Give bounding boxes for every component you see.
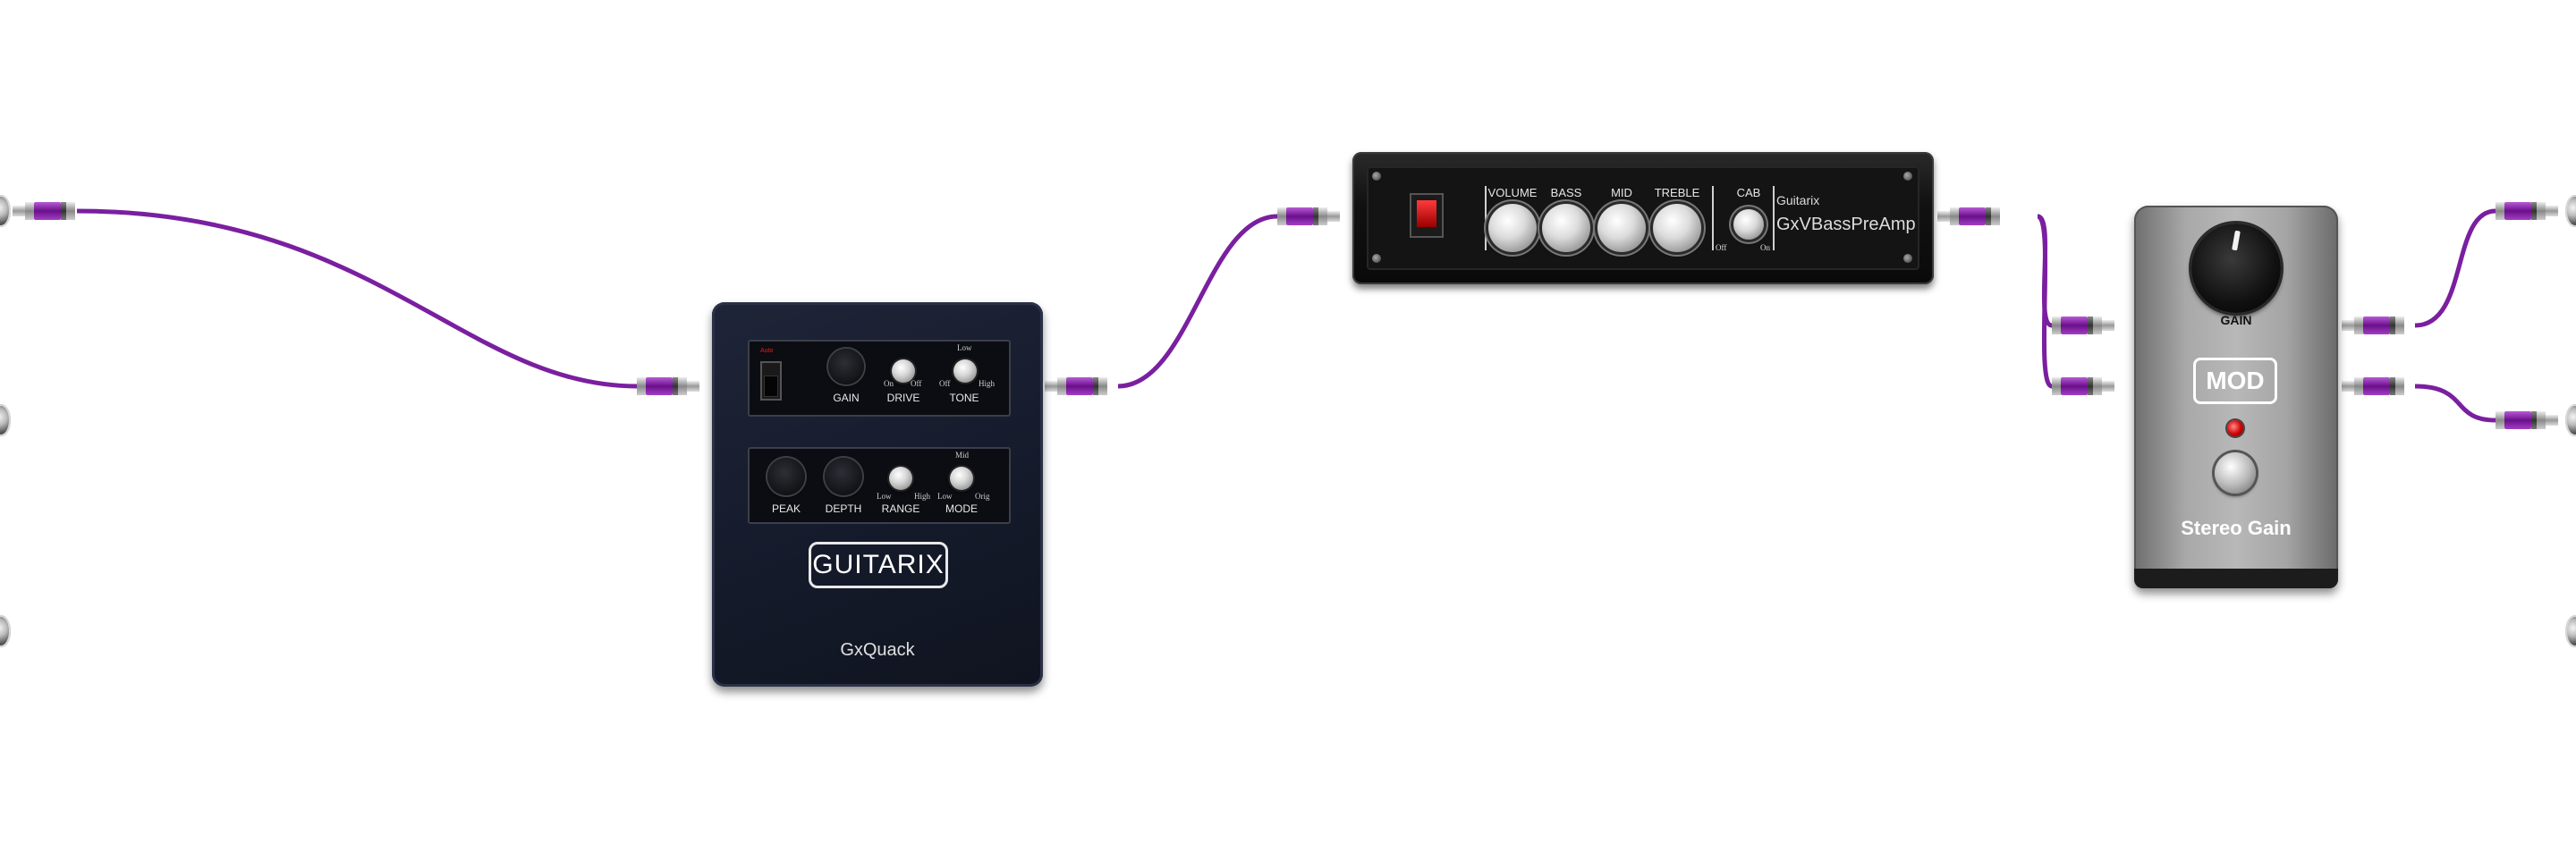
cable-plug[interactable] [1277, 207, 1340, 225]
guitarix-logo: GUITARIX [809, 542, 948, 588]
gxquack-tone-label: TONE [949, 392, 979, 404]
system-capture-3-jack[interactable] [0, 615, 11, 647]
gxquack-tone-high-label: High [979, 379, 995, 388]
bassamp-cab-label: CAB [1736, 186, 1761, 199]
gxquack-mode-label: MODE [945, 502, 978, 515]
gxquack-drive-label: DRIVE [886, 392, 920, 404]
cable-plug[interactable] [2052, 316, 2114, 334]
cable-plug[interactable] [1045, 377, 1107, 395]
bassamp-plugin-name: GxVBassPreAmp [1776, 215, 1916, 234]
gxquack-peak-knob[interactable] [767, 458, 805, 495]
cable-plug[interactable] [2052, 377, 2114, 395]
stereogain-gain-label: GAIN [2220, 313, 2252, 327]
divider [1712, 186, 1714, 250]
gxquack-drive-off-label: Off [911, 379, 922, 388]
stereogain-plugin-name: Stereo Gain [2181, 517, 2292, 539]
mod-logo: MOD [2193, 358, 2277, 404]
cable-input-to-gxquack [76, 208, 638, 389]
bassamp-mid-knob[interactable] [1597, 204, 1646, 252]
system-capture-1-jack[interactable] [0, 195, 11, 227]
bassamp-treble-label: TREBLE [1654, 186, 1700, 199]
plugin-gxquack[interactable]: Auto GAIN On Off DRIVE Low Off High TONE… [712, 302, 1043, 687]
cable-plug[interactable] [637, 377, 699, 395]
stereogain-status-led [2227, 420, 2243, 436]
bassamp-cab-off-label: Off [1716, 243, 1727, 252]
gxquack-range-high-label: High [914, 492, 930, 501]
gxquack-panel-bottom: PEAK DEPTH Low High RANGE Mid Low Orig M… [748, 447, 1011, 524]
bassamp-mid-label: MID [1611, 186, 1632, 199]
stereogain-base [2134, 569, 2338, 588]
bassamp-bass-knob[interactable] [1542, 204, 1590, 252]
system-capture-2-jack[interactable] [0, 404, 11, 436]
screw-icon [1372, 254, 1381, 263]
gxquack-tone-knob[interactable] [953, 359, 977, 383]
cable-bassamp-to-stereogain-l [2036, 214, 2054, 328]
cable-stereogain-to-output-r [2414, 384, 2496, 423]
gxquack-drive-on-label: On [884, 379, 894, 388]
plugin-gxvbasspreamp[interactable]: VOLUME BASS MID TREBLE CAB Off On Guitar… [1352, 152, 1934, 284]
gxquack-range-label: RANGE [881, 502, 920, 515]
cable-plug[interactable] [13, 202, 75, 220]
cable-bassamp-to-stereogain-r [2036, 214, 2054, 389]
gxquack-range-knob[interactable] [889, 467, 912, 490]
bassamp-volume-knob[interactable] [1488, 204, 1537, 252]
gxquack-gain-label: GAIN [833, 392, 860, 404]
gxquack-mode-knob[interactable] [950, 467, 973, 490]
gxquack-panel-top: Auto GAIN On Off DRIVE Low Off High TONE [748, 340, 1011, 417]
gxquack-depth-knob[interactable] [825, 458, 862, 495]
screw-icon [1903, 172, 1912, 181]
screw-icon [1903, 254, 1912, 263]
gxquack-tone-off-label: Off [939, 379, 951, 388]
cable-plug[interactable] [2496, 411, 2558, 429]
gxquack-range-low-label: Low [877, 492, 892, 501]
gxquack-mode-mid-label: Mid [955, 451, 970, 460]
bassamp-cab-knob[interactable] [1733, 209, 1764, 240]
gxquack-auto-switch[interactable] [760, 361, 782, 401]
gxquack-depth-label: DEPTH [825, 502, 862, 515]
divider [1773, 186, 1775, 250]
cable-plug[interactable] [2342, 377, 2404, 395]
cable-plug[interactable] [2496, 202, 2558, 220]
gxquack-gain-knob[interactable] [828, 349, 864, 384]
bassamp-power-switch[interactable] [1410, 193, 1444, 238]
plugin-stereo-gain[interactable]: GAIN MOD Stereo Gain [2134, 206, 2338, 588]
gxquack-mode-orig-label: Orig [975, 492, 990, 501]
stereogain-footswitch[interactable] [2215, 452, 2256, 494]
bassamp-cab-on-label: On [1760, 243, 1770, 252]
gxquack-tone-low-label: Low [957, 343, 972, 352]
bassamp-treble-knob[interactable] [1653, 204, 1701, 252]
cable-plug[interactable] [1937, 207, 2000, 225]
cable-plug[interactable] [2342, 316, 2404, 334]
gxquack-peak-label: PEAK [771, 502, 801, 515]
bassamp-bass-label: BASS [1550, 186, 1582, 199]
screw-icon [1372, 172, 1381, 181]
system-playback-3-jack[interactable] [2565, 615, 2576, 647]
pedalboard-canvas[interactable]: Auto GAIN On Off DRIVE Low Off High TONE… [0, 0, 2576, 844]
gxquack-auto-label: Auto [760, 348, 774, 354]
system-playback-1-jack[interactable] [2565, 195, 2576, 227]
gxquack-mode-low-label: Low [937, 492, 953, 501]
bassamp-brand: Guitarix [1776, 193, 1820, 207]
cable-stereogain-to-output-l [2414, 208, 2496, 328]
gxquack-plugin-name: GxQuack [840, 640, 915, 660]
cable-gxquack-to-bassamp [1117, 214, 1278, 389]
system-playback-2-jack[interactable] [2565, 404, 2576, 436]
stereogain-gain-knob[interactable] [2191, 224, 2281, 313]
